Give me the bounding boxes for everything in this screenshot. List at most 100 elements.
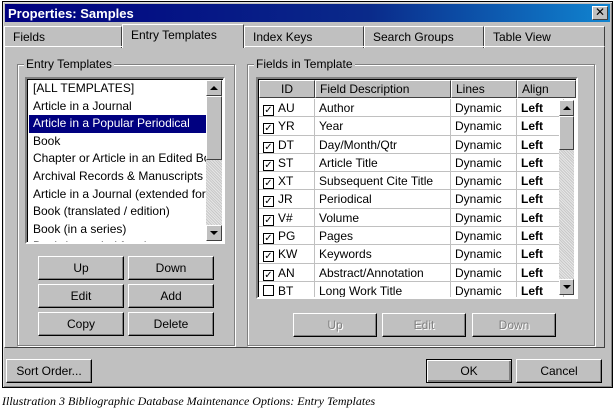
fields-grid[interactable]: ID Field Description Lines Align ✓ AU Auth… bbox=[256, 77, 578, 299]
template-edit-button[interactable]: Edit bbox=[38, 284, 124, 308]
field-id: V# bbox=[278, 210, 293, 225]
field-lines[interactable]: Dynamic bbox=[451, 135, 517, 154]
grid-header: ID Field Description Lines Align bbox=[259, 80, 576, 98]
field-id-cell: ✓ JR bbox=[259, 190, 315, 209]
scroll-down-button[interactable] bbox=[559, 279, 574, 295]
tab-index-keys[interactable]: Index Keys bbox=[244, 26, 364, 48]
field-align[interactable]: Left bbox=[517, 245, 564, 264]
column-header-align[interactable]: Align bbox=[517, 80, 576, 98]
field-description: Year bbox=[315, 117, 451, 136]
field-lines[interactable]: Dynamic bbox=[451, 245, 517, 264]
scroll-thumb[interactable] bbox=[559, 116, 574, 150]
column-header-description[interactable]: Field Description bbox=[315, 80, 451, 98]
field-lines[interactable]: Dynamic bbox=[451, 153, 517, 173]
list-scrollbar[interactable] bbox=[206, 80, 222, 241]
field-enabled-checkbox[interactable]: ✓ bbox=[263, 123, 274, 135]
list-item[interactable]: Article in a Journal bbox=[29, 98, 209, 116]
column-header-lines[interactable]: Lines bbox=[451, 80, 517, 98]
field-align[interactable]: Left bbox=[517, 172, 564, 191]
field-id-cell: ✓ AN bbox=[259, 263, 315, 282]
field-id-cell: ✓ KW bbox=[259, 245, 315, 264]
tab-entry-templates[interactable]: Entry Templates bbox=[122, 24, 244, 48]
field-enabled-checkbox[interactable]: ✓ bbox=[263, 214, 274, 226]
table-row[interactable]: ✓ JR Periodical Dynamic Left bbox=[259, 190, 564, 209]
field-enabled-checkbox[interactable]: ✓ bbox=[263, 141, 274, 153]
close-icon[interactable]: ✕ bbox=[592, 6, 608, 20]
field-align[interactable]: Left bbox=[517, 227, 564, 246]
list-item[interactable]: [ALL TEMPLATES] bbox=[29, 80, 209, 98]
field-lines[interactable]: Dynamic bbox=[451, 172, 517, 191]
field-align[interactable]: Left bbox=[517, 99, 564, 118]
scroll-down-button[interactable] bbox=[206, 225, 222, 241]
field-align[interactable]: Left bbox=[517, 208, 564, 228]
list-item[interactable]: Book (translated / edition) bbox=[29, 203, 209, 221]
tab-table-view[interactable]: Table View bbox=[484, 26, 605, 48]
sort-order-button[interactable]: Sort Order... bbox=[6, 359, 92, 383]
tab-fields[interactable]: Fields bbox=[4, 26, 122, 48]
table-row[interactable]: BT Long Work Title Dynamic Left bbox=[259, 281, 564, 298]
table-row[interactable]: ✓ XT Subsequent Cite Title Dynamic Left bbox=[259, 172, 564, 191]
list-item[interactable]: Article in a Popular Periodical bbox=[29, 115, 209, 133]
list-item[interactable]: Book (extended form) bbox=[29, 238, 209, 242]
ok-button[interactable]: OK bbox=[426, 359, 512, 383]
field-align[interactable]: Left bbox=[517, 153, 564, 173]
column-header-id[interactable]: ID bbox=[259, 80, 315, 98]
template-down-button[interactable]: Down bbox=[128, 256, 214, 280]
field-align[interactable]: Left bbox=[517, 281, 564, 297]
field-lines[interactable]: Dynamic bbox=[451, 227, 517, 246]
field-enabled-checkbox[interactable]: ✓ bbox=[263, 178, 274, 190]
table-row[interactable]: ✓ AN Abstract/Annotation Dynamic Left bbox=[259, 263, 564, 282]
field-description: Pages bbox=[315, 227, 451, 246]
field-lines[interactable]: Dynamic bbox=[451, 208, 517, 228]
table-row[interactable]: ✓ PG Pages Dynamic Left bbox=[259, 227, 564, 246]
list-item[interactable]: Book (in a series) bbox=[29, 221, 209, 239]
field-description: Day/Month/Qtr bbox=[315, 135, 451, 154]
field-enabled-checkbox[interactable]: ✓ bbox=[263, 233, 274, 245]
field-id: AN bbox=[278, 265, 295, 280]
field-lines[interactable]: Dynamic bbox=[451, 99, 517, 118]
scroll-thumb[interactable] bbox=[206, 96, 222, 160]
field-down-button[interactable]: Down bbox=[472, 313, 556, 337]
table-row[interactable]: ✓ AU Author Dynamic Left bbox=[259, 99, 564, 118]
template-copy-button[interactable]: Copy bbox=[38, 312, 124, 336]
figure-caption: Illustration 3 Bibliographic Database Ma… bbox=[2, 394, 376, 408]
list-item[interactable]: Archival Records & Manuscripts bbox=[29, 168, 209, 186]
field-align[interactable]: Left bbox=[517, 117, 564, 136]
table-row[interactable]: ✓ YR Year Dynamic Left bbox=[259, 117, 564, 136]
field-up-button[interactable]: Up bbox=[293, 313, 377, 337]
table-row[interactable]: ✓ DT Day/Month/Qtr Dynamic Left bbox=[259, 135, 564, 154]
field-lines[interactable]: Dynamic bbox=[451, 281, 517, 297]
field-enabled-checkbox[interactable]: ✓ bbox=[263, 269, 274, 281]
field-lines[interactable]: Dynamic bbox=[451, 117, 517, 136]
field-lines[interactable]: Dynamic bbox=[451, 190, 517, 209]
cancel-button[interactable]: Cancel bbox=[516, 359, 602, 383]
field-edit-button[interactable]: Edit bbox=[382, 313, 466, 337]
list-item[interactable]: Article in a Journal (extended form bbox=[29, 186, 209, 204]
field-align[interactable]: Left bbox=[517, 263, 564, 282]
template-add-button[interactable]: Add bbox=[128, 284, 214, 308]
entry-templates-list[interactable]: [ALL TEMPLATES] Article in a Journal Artic… bbox=[25, 77, 225, 244]
field-enabled-checkbox[interactable] bbox=[263, 284, 274, 296]
template-delete-button[interactable]: Delete bbox=[128, 312, 214, 336]
field-enabled-checkbox[interactable]: ✓ bbox=[263, 251, 274, 263]
table-row[interactable]: ✓ V# Volume Dynamic Left bbox=[259, 208, 564, 228]
template-up-button[interactable]: Up bbox=[38, 256, 124, 280]
field-id: AU bbox=[278, 101, 295, 115]
field-description: Article Title bbox=[315, 153, 451, 173]
scroll-up-button[interactable] bbox=[559, 100, 574, 116]
scroll-up-button[interactable] bbox=[206, 80, 222, 96]
grid-scrollbar[interactable] bbox=[559, 100, 574, 295]
field-enabled-checkbox[interactable]: ✓ bbox=[263, 105, 274, 116]
list-item[interactable]: Book bbox=[29, 133, 209, 151]
field-description: Keywords bbox=[315, 245, 451, 264]
tab-search-groups[interactable]: Search Groups bbox=[364, 26, 484, 48]
field-enabled-checkbox[interactable]: ✓ bbox=[263, 159, 274, 171]
field-lines[interactable]: Dynamic bbox=[451, 263, 517, 282]
field-enabled-checkbox[interactable]: ✓ bbox=[263, 196, 274, 208]
field-align[interactable]: Left bbox=[517, 135, 564, 154]
table-row[interactable]: ✓ KW Keywords Dynamic Left bbox=[259, 245, 564, 264]
table-row[interactable]: ✓ ST Article Title Dynamic Left bbox=[259, 153, 564, 173]
field-id: BT bbox=[278, 283, 294, 298]
field-align[interactable]: Left bbox=[517, 190, 564, 209]
list-item[interactable]: Chapter or Article in an Edited Bo bbox=[29, 150, 209, 168]
